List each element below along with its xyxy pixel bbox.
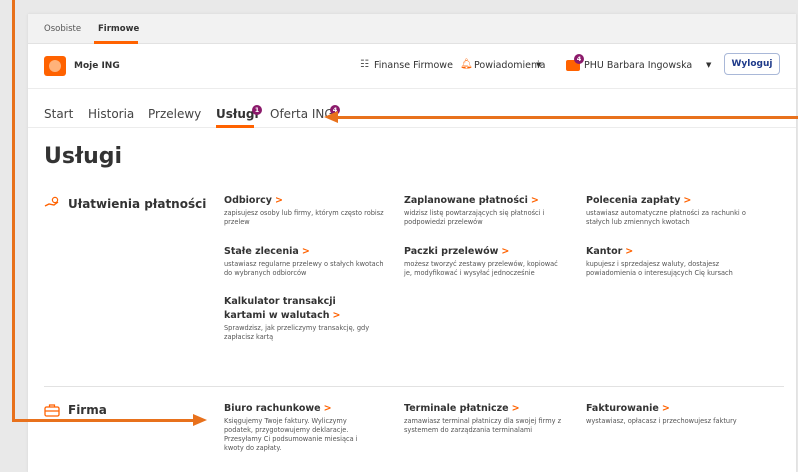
chevron-right-icon[interactable]: > [275,195,283,206]
service-item-odbiorcy[interactable]: Odbiorcy > zapisujesz osoby lub firmy, kt… [224,194,384,227]
service-item-standing-orders[interactable]: Stałe zlecenia > ustawiasz regularne prze… [224,245,384,278]
service-title[interactable]: Stałe zlecenia [224,246,299,257]
section-title-payments: Ułatwienia płatności [68,197,207,211]
main-nav: Start Historia Przelewy Usługi 1 Oferta … [28,88,796,128]
chevron-down-icon[interactable]: ▼ [706,61,711,69]
service-title[interactable]: Fakturowanie [586,403,659,414]
service-item-card-calculator[interactable]: Kalkulator transakcji kartami w walutach… [224,295,380,342]
hand-coins-icon [44,196,60,214]
annotation-line-bottom [12,419,195,422]
active-tab-indicator [216,125,254,128]
annotation-arrow-right-icon [193,414,207,426]
chevron-right-icon[interactable]: > [625,246,633,257]
chevron-right-icon[interactable]: > [324,403,332,414]
header: Moje ING ☷ Finanse Firmowe 🔔︎ Powiadomie… [28,44,796,88]
service-description: kupujesz i sprzedajesz waluty, dostajesz… [586,260,733,277]
service-item-transfer-packages[interactable]: Paczki przelewów > możesz tworzyć zestawy… [404,245,564,278]
ing-services-page: Osobiste Firmowe Moje ING ☷ Finanse Firm… [28,14,796,472]
user-notification-badge: 4 [574,54,584,64]
ing-lion-logo[interactable] [44,56,66,76]
chevron-down-icon[interactable]: ▼ [536,61,541,69]
service-description: widzisz listę powtarzających się płatnoś… [404,209,545,226]
service-title[interactable]: Paczki przelewów [404,246,498,257]
service-description: wystawiasz, opłacasz i przechowujesz fak… [586,417,737,425]
service-item-scheduled-payments[interactable]: Zaplanowane płatności > widzisz listę pow… [404,194,564,227]
service-description: możesz tworzyć zestawy przelewów, kopiow… [404,260,558,277]
chevron-right-icon[interactable]: > [531,195,539,206]
nav-start[interactable]: Start [44,107,73,121]
logout-button[interactable]: Wyloguj [724,53,780,75]
chevron-right-icon[interactable]: > [662,403,670,414]
service-description: Księgujemy Twoje faktury. Wyliczymy poda… [224,417,358,452]
service-description: ustawiasz automatyczne płatności za rach… [586,209,746,226]
service-description: zamawiasz terminal płatniczy dla swojej … [404,417,562,434]
chevron-right-icon[interactable]: > [683,195,691,206]
annotation-line-left [12,0,15,422]
segment-osobiste[interactable]: Osobiste [44,24,81,34]
bell-icon[interactable]: 🔔︎ [460,59,473,70]
service-title[interactable]: Kantor [586,246,622,257]
service-description: zapisujesz osoby lub firmy, którym częst… [224,209,384,226]
segment-firmowe[interactable]: Firmowe [98,24,139,34]
service-title[interactable]: Odbiorcy [224,195,272,206]
chevron-right-icon[interactable]: > [302,246,310,257]
services-badge: 1 [252,105,262,115]
list-icon[interactable]: ☷ [360,59,369,70]
user-menu[interactable]: PHU Barbara Ingowska [584,60,692,71]
service-title[interactable]: Biuro rachunkowe [224,403,321,414]
section-title-company: Firma [68,403,107,417]
service-item-direct-debit[interactable]: Polecenia zapłaty > ustawiasz automatyczn… [586,194,746,227]
finance-firmowe-link[interactable]: Finanse Firmowe [374,60,453,71]
service-description: ustawiasz regularne przelewy o stałych k… [224,260,384,277]
service-description: Sprawdzisz, jak przeliczymy transakcję, … [224,324,370,341]
section-divider [44,386,784,387]
service-item-accounting-office[interactable]: Biuro rachunkowe > Księgujemy Twoje faktu… [224,402,374,453]
nav-transfers[interactable]: Przelewy [148,107,201,121]
service-title[interactable]: Kalkulator transakcji kartami w walutach [224,296,336,321]
page-title: Usługi [44,144,123,169]
chevron-right-icon[interactable]: > [512,403,520,414]
service-title[interactable]: Zaplanowane płatności [404,195,528,206]
service-item-kantor[interactable]: Kantor > kupujesz i sprzedajesz waluty, d… [586,245,746,278]
brand-name[interactable]: Moje ING [74,61,120,71]
service-title[interactable]: Polecenia zapłaty [586,195,680,206]
nav-history[interactable]: Historia [88,107,134,121]
chevron-right-icon[interactable]: > [501,246,509,257]
service-item-invoicing[interactable]: Fakturowanie > wystawiasz, opłacasz i prz… [586,402,746,426]
service-item-payment-terminals[interactable]: Terminale płatnicze > zamawiasz terminal … [404,402,564,435]
annotation-line-top [338,116,798,119]
notifications-link[interactable]: Powiadomienia [474,60,546,71]
annotation-arrow-left-icon [324,111,338,123]
service-title[interactable]: Terminale płatnicze [404,403,509,414]
chevron-right-icon[interactable]: > [332,310,340,321]
segment-switcher: Osobiste Firmowe [28,14,796,44]
